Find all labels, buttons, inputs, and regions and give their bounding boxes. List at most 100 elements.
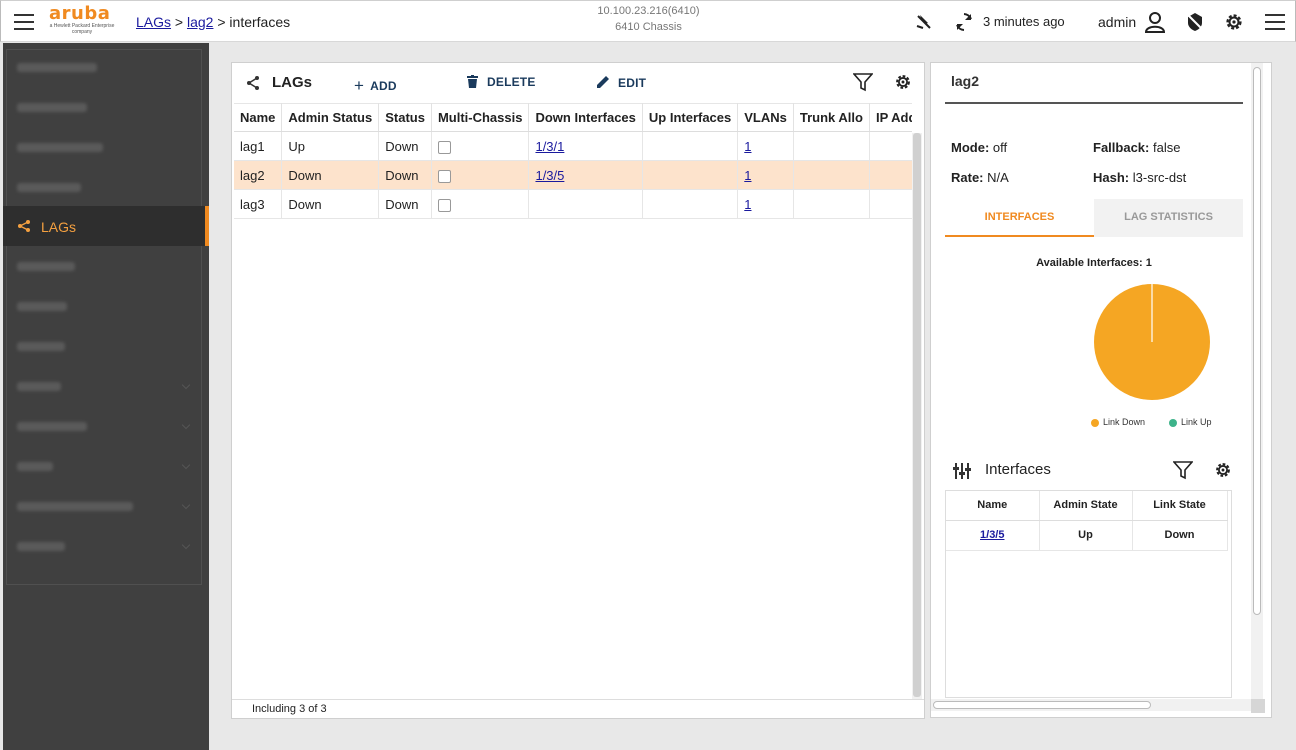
sidebar-item[interactable] bbox=[3, 246, 209, 286]
sidebar-item[interactable] bbox=[3, 87, 209, 127]
table-row[interactable]: 1/3/5 Up Down bbox=[946, 520, 1228, 551]
refresh-icon[interactable] bbox=[953, 11, 975, 33]
table-row[interactable]: lag3 Down Down 1 bbox=[234, 189, 912, 219]
tab-lag-statistics[interactable]: LAG STATISTICS bbox=[1094, 199, 1243, 237]
delete-label: DELETE bbox=[487, 75, 536, 89]
trash-icon bbox=[467, 75, 478, 88]
settings-gear-icon[interactable] bbox=[1213, 460, 1233, 480]
filter-icon[interactable] bbox=[1173, 460, 1193, 480]
active-indicator bbox=[205, 206, 209, 246]
share-icon bbox=[18, 220, 30, 232]
user-profile-icon[interactable] bbox=[1144, 11, 1166, 33]
blurred-label bbox=[17, 262, 75, 271]
column-header-multi-chassis[interactable]: Multi-Chassis bbox=[431, 103, 530, 132]
multi-chassis-checkbox[interactable] bbox=[437, 140, 451, 154]
cell-ip-addresses bbox=[869, 131, 912, 161]
breadcrumb-separator: > bbox=[174, 14, 184, 30]
device-info: 10.100.23.216(6410) 6410 Chassis bbox=[561, 3, 736, 35]
aruba-logo[interactable]: aruba a Hewlett Packard Enterprise compa… bbox=[49, 5, 121, 39]
vlan-link[interactable]: 1 bbox=[744, 168, 751, 183]
add-button[interactable]: + ADD bbox=[354, 75, 397, 95]
lags-panel: LAGs + ADD DELETE EDIT Name Admin Status… bbox=[231, 62, 925, 719]
cell-multi-chassis bbox=[431, 131, 530, 161]
username[interactable]: admin bbox=[1098, 14, 1136, 30]
vlan-link[interactable]: 1 bbox=[744, 197, 751, 212]
main-menu-icon[interactable] bbox=[14, 14, 34, 30]
pencil-icon bbox=[597, 76, 609, 88]
column-header-vlans[interactable]: VLANs bbox=[737, 103, 794, 132]
sidebar-item[interactable] bbox=[3, 127, 209, 167]
settings-gear-icon[interactable] bbox=[893, 72, 913, 92]
blurred-label bbox=[17, 502, 133, 511]
scrollbar-thumb[interactable] bbox=[913, 133, 921, 697]
column-header-name[interactable]: Name bbox=[234, 103, 283, 132]
multi-chassis-checkbox[interactable] bbox=[437, 198, 451, 212]
column-header-up-interfaces[interactable]: Up Interfaces bbox=[642, 103, 739, 132]
lags-table-scrollbar[interactable] bbox=[912, 133, 922, 699]
sidebar-item[interactable] bbox=[3, 486, 209, 526]
cell-admin-status: Down bbox=[281, 189, 380, 219]
detail-vertical-scrollbar[interactable] bbox=[1251, 63, 1263, 699]
lag-detail-panel: lag2 Mode: off Fallback: false Rate: N/A… bbox=[930, 62, 1272, 718]
blurred-label bbox=[17, 342, 65, 351]
sidebar-item[interactable] bbox=[3, 286, 209, 326]
detail-horizontal-scrollbar[interactable] bbox=[931, 699, 1263, 711]
down-interface-link[interactable]: 1/3/1 bbox=[535, 139, 564, 154]
hash-value: l3-src-dst bbox=[1132, 170, 1187, 185]
table-row[interactable]: lag1 Up Down 1/3/1 1 bbox=[234, 131, 912, 161]
column-header-ip-addresses[interactable]: IP Addresses bbox=[869, 103, 912, 132]
column-header-admin-status[interactable]: Admin Status bbox=[281, 103, 380, 132]
vlan-link[interactable]: 1 bbox=[744, 139, 751, 154]
scrollbar-thumb[interactable] bbox=[933, 701, 1151, 709]
sidebar-item[interactable] bbox=[3, 406, 209, 446]
sidebar-item[interactable] bbox=[3, 446, 209, 486]
edit-label: EDIT bbox=[618, 76, 647, 90]
tab-interfaces[interactable]: INTERFACES bbox=[945, 199, 1094, 237]
down-interface-link[interactable]: 1/3/5 bbox=[535, 168, 564, 183]
interface-link[interactable]: 1/3/5 bbox=[980, 529, 1004, 541]
cell-up-interfaces bbox=[642, 160, 739, 190]
column-header-admin-state[interactable]: Admin State bbox=[1039, 491, 1133, 521]
sidebar-item[interactable] bbox=[3, 326, 209, 366]
table-row-selected[interactable]: lag2 Down Down 1/3/5 1 bbox=[234, 160, 912, 190]
blurred-label bbox=[17, 103, 87, 112]
delete-button[interactable]: DELETE bbox=[467, 75, 536, 89]
plus-icon: + bbox=[354, 76, 365, 95]
cell-status: Down bbox=[378, 189, 432, 219]
mode-property: Mode: off bbox=[951, 140, 1007, 155]
sidebar-item[interactable] bbox=[3, 366, 209, 406]
sidebar-item-lags[interactable]: LAGs bbox=[3, 206, 209, 246]
breadcrumb-lags-link[interactable]: LAGs bbox=[136, 14, 171, 30]
blurred-label bbox=[17, 462, 53, 471]
legend-link-down[interactable]: Link Down bbox=[1091, 417, 1145, 427]
blurred-label bbox=[17, 183, 81, 192]
settings-gear-icon[interactable] bbox=[1223, 11, 1245, 33]
cell-trunk-allowed bbox=[793, 160, 870, 190]
sidebar-item[interactable] bbox=[3, 47, 209, 87]
multi-chassis-checkbox[interactable] bbox=[437, 169, 451, 183]
add-label: ADD bbox=[370, 79, 397, 93]
cell-up-interfaces bbox=[642, 131, 739, 161]
sidebar-item[interactable] bbox=[3, 526, 209, 566]
column-header-down-interfaces[interactable]: Down Interfaces bbox=[528, 103, 643, 132]
device-ip: 10.100.23.216(6410) bbox=[597, 5, 700, 17]
table-header-row: Name Admin Status Status Multi-Chassis D… bbox=[234, 103, 912, 132]
mode-value: off bbox=[992, 140, 1008, 155]
panel-title: LAGs bbox=[272, 74, 313, 91]
help-off-icon[interactable] bbox=[1184, 11, 1206, 33]
cell-status: Down bbox=[378, 131, 432, 161]
column-header-trunk-allowed[interactable]: Trunk Allo bbox=[793, 103, 870, 132]
edit-button[interactable]: EDIT bbox=[596, 75, 646, 90]
sidebar-item[interactable] bbox=[3, 167, 209, 207]
column-header-link-state[interactable]: Link State bbox=[1132, 491, 1228, 521]
chevron-down-icon bbox=[181, 540, 191, 550]
cell-name: 1/3/5 bbox=[946, 520, 1040, 551]
breadcrumb-lag2-link[interactable]: lag2 bbox=[187, 14, 213, 30]
scrollbar-thumb[interactable] bbox=[1253, 67, 1261, 615]
filter-icon[interactable] bbox=[853, 72, 873, 92]
overflow-menu-icon[interactable] bbox=[1265, 14, 1285, 30]
legend-link-up[interactable]: Link Up bbox=[1169, 417, 1212, 427]
column-header-name[interactable]: Name bbox=[946, 491, 1040, 521]
notifications-muted-icon[interactable] bbox=[913, 11, 935, 33]
column-header-status[interactable]: Status bbox=[378, 103, 432, 132]
